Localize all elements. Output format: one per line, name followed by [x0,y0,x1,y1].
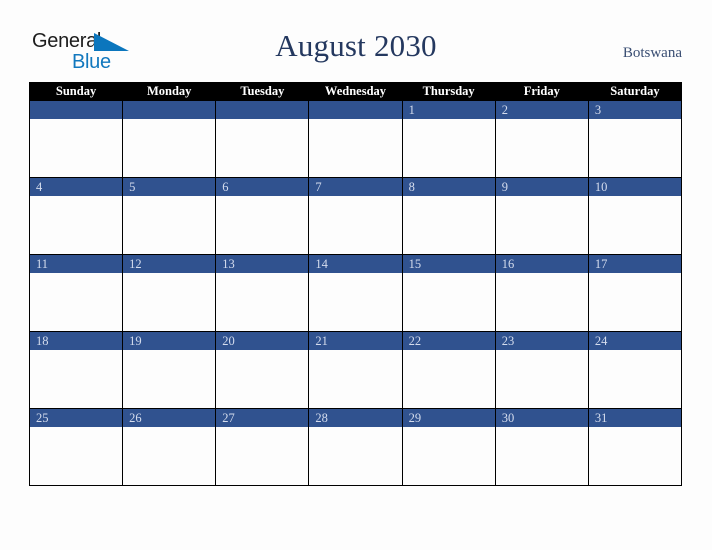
day-number: 4 [30,178,123,196]
day-number [309,101,402,119]
calendar-day-cell[interactable]: 9 [494,177,589,255]
page-title: August 2030 [275,28,437,63]
day-number: 18 [30,332,123,350]
day-number [216,101,309,119]
day-number: 13 [216,255,309,273]
calendar-day-cell[interactable]: 10 [587,177,683,255]
day-number: 29 [402,409,495,427]
calendar-header-row: Sunday Monday Tuesday Wednesday Thursday… [28,82,683,101]
day-number: 6 [216,178,309,196]
day-number: 24 [588,332,681,350]
calendar-day-cell[interactable]: 24 [587,331,683,409]
calendar-day-cell[interactable]: 30 [494,408,589,486]
calendar-day-cell[interactable]: 19 [122,331,217,409]
calendar-week-row: 1 2 3 [28,100,683,178]
calendar-day-cell[interactable]: 8 [401,177,496,255]
day-number: 3 [588,101,681,119]
calendar-day-cell[interactable]: 4 [28,177,124,255]
calendar-day-cell[interactable]: 29 [401,408,496,486]
day-number: 21 [309,332,402,350]
day-number: 23 [495,332,588,350]
day-number: 10 [588,178,681,196]
weekday-header-sunday: Sunday [28,82,124,101]
day-number: 1 [402,101,495,119]
calendar-page: General Blue August 2030 Botswana Sunday… [0,0,712,550]
calendar-day-cell[interactable]: 2 [494,100,589,178]
calendar-day-cell[interactable]: 22 [401,331,496,409]
day-number: 19 [123,332,216,350]
weekday-header-row: Sunday Monday Tuesday Wednesday Thursday… [28,82,683,101]
country-label: Botswana [622,45,682,61]
day-number: 9 [495,178,588,196]
day-number: 5 [123,178,216,196]
day-number: 16 [495,255,588,273]
day-number: 25 [30,409,123,427]
weekday-header-thursday: Thursday [401,82,496,101]
calendar-day-cell[interactable]: 3 [587,100,683,178]
calendar-day-cell[interactable] [122,100,217,178]
calendar-day-cell[interactable]: 12 [122,254,217,332]
day-number: 26 [123,409,216,427]
weekday-header-wednesday: Wednesday [308,82,403,101]
calendar-day-cell[interactable]: 25 [28,408,124,486]
page-header: General Blue August 2030 Botswana [0,0,712,82]
calendar-body: 1 2 3 4 5 6 7 8 9 10 11 12 13 14 15 16 1… [28,100,683,486]
day-number: 15 [402,255,495,273]
day-number: 17 [588,255,681,273]
calendar-week-row: 4 5 6 7 8 9 10 [28,177,683,255]
day-number: 12 [123,255,216,273]
calendar-week-row: 18 19 20 21 22 23 24 [28,331,683,409]
day-number: 31 [588,409,681,427]
day-number: 2 [495,101,588,119]
calendar-day-cell[interactable]: 15 [401,254,496,332]
calendar-day-cell[interactable]: 27 [215,408,310,486]
day-number: 22 [402,332,495,350]
calendar-day-cell[interactable]: 18 [28,331,124,409]
day-number: 7 [309,178,402,196]
calendar-day-cell[interactable]: 5 [122,177,217,255]
calendar-day-cell[interactable]: 31 [587,408,683,486]
day-number [30,101,123,119]
calendar-day-cell[interactable]: 20 [215,331,310,409]
weekday-header-tuesday: Tuesday [215,82,310,101]
day-number [123,101,216,119]
day-number: 27 [216,409,309,427]
calendar-day-cell[interactable]: 17 [587,254,683,332]
weekday-header-monday: Monday [122,82,217,101]
calendar-day-cell[interactable]: 7 [308,177,403,255]
calendar-grid: Sunday Monday Tuesday Wednesday Thursday… [28,82,683,486]
calendar-day-cell[interactable] [308,100,403,178]
calendar-day-cell[interactable]: 14 [308,254,403,332]
calendar-day-cell[interactable]: 28 [308,408,403,486]
day-number: 11 [30,255,123,273]
day-number: 20 [216,332,309,350]
weekday-header-friday: Friday [494,82,589,101]
calendar-day-cell[interactable]: 16 [494,254,589,332]
calendar-day-cell[interactable]: 26 [122,408,217,486]
calendar-day-cell[interactable]: 21 [308,331,403,409]
calendar-day-cell[interactable]: 11 [28,254,124,332]
calendar-day-cell[interactable] [28,100,124,178]
calendar-day-cell[interactable]: 13 [215,254,310,332]
day-number: 28 [309,409,402,427]
weekday-header-saturday: Saturday [587,82,683,101]
day-number: 14 [309,255,402,273]
day-number: 30 [495,409,588,427]
calendar-day-cell[interactable] [215,100,310,178]
calendar-day-cell[interactable]: 1 [401,100,496,178]
calendar-week-row: 11 12 13 14 15 16 17 [28,254,683,332]
day-number: 8 [402,178,495,196]
calendar-week-row: 25 26 27 28 29 30 31 [28,408,683,486]
calendar-day-cell[interactable]: 6 [215,177,310,255]
calendar-day-cell[interactable]: 23 [494,331,589,409]
